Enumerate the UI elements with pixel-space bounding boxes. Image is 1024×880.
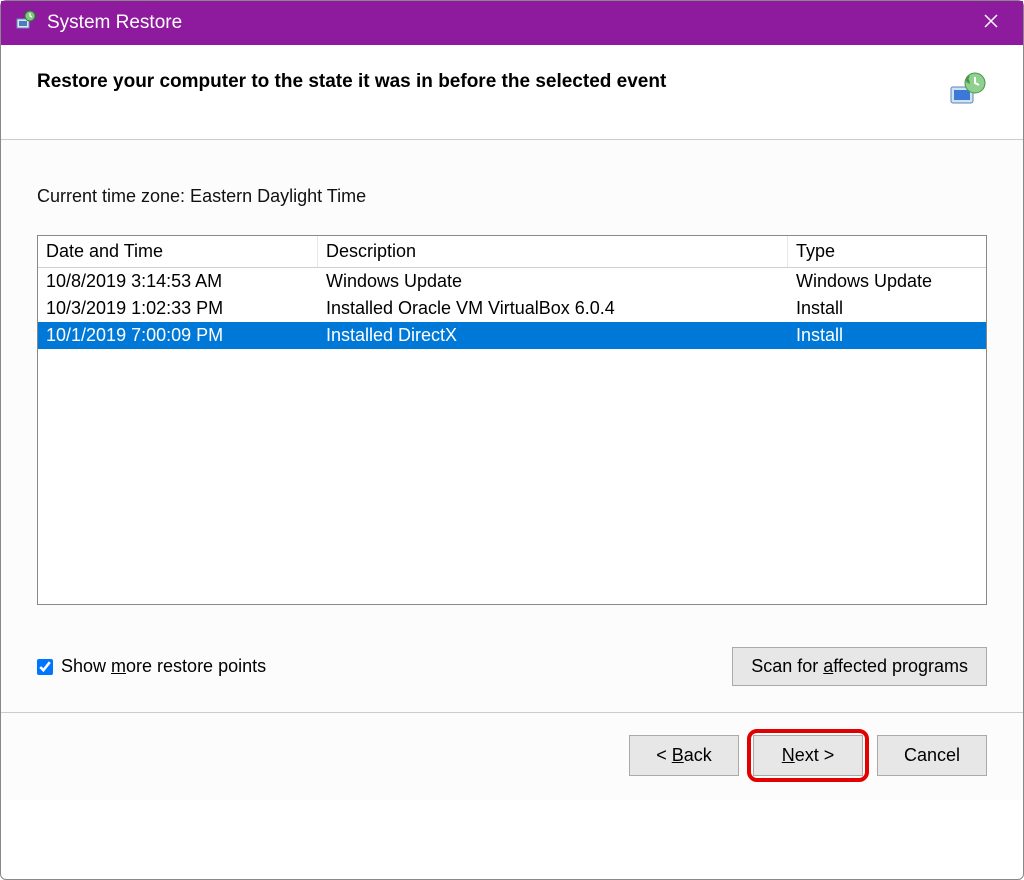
- content-section: Current time zone: Eastern Daylight Time…: [1, 140, 1023, 625]
- cell-date: 10/1/2019 7:00:09 PM: [38, 322, 318, 349]
- next-button[interactable]: Next >: [753, 735, 863, 776]
- cell-type: Install: [788, 322, 986, 349]
- column-header-type[interactable]: Type: [788, 236, 986, 267]
- show-more-restore-points-checkbox[interactable]: Show more restore points: [37, 656, 266, 677]
- show-more-checkbox-input[interactable]: [37, 659, 53, 675]
- cell-type: Windows Update: [788, 268, 986, 295]
- back-button[interactable]: < Back: [629, 735, 739, 776]
- column-header-description[interactable]: Description: [318, 236, 788, 267]
- cell-type: Install: [788, 295, 986, 322]
- system-restore-large-icon: [947, 71, 987, 111]
- table-row[interactable]: 10/8/2019 3:14:53 AMWindows UpdateWindow…: [38, 268, 986, 295]
- cell-date: 10/3/2019 1:02:33 PM: [38, 295, 318, 322]
- table-row[interactable]: 10/1/2019 7:00:09 PMInstalled DirectXIns…: [38, 322, 986, 349]
- system-restore-icon: [15, 10, 37, 37]
- close-button[interactable]: [973, 8, 1009, 39]
- table-header: Date and Time Description Type: [38, 236, 986, 268]
- next-button-highlight: Next >: [753, 735, 863, 776]
- header-section: Restore your computer to the state it wa…: [1, 45, 1023, 140]
- titlebar: System Restore: [1, 1, 1023, 45]
- scan-affected-programs-button[interactable]: Scan for affected programs: [732, 647, 987, 686]
- footer-buttons: < Back Next > Cancel: [1, 712, 1023, 800]
- cell-description: Windows Update: [318, 268, 788, 295]
- column-header-date[interactable]: Date and Time: [38, 236, 318, 267]
- bottom-controls: Show more restore points Scan for affect…: [1, 625, 1023, 712]
- header-text: Restore your computer to the state it wa…: [37, 71, 666, 93]
- cell-description: Installed Oracle VM VirtualBox 6.0.4: [318, 295, 788, 322]
- cancel-button[interactable]: Cancel: [877, 735, 987, 776]
- table-row[interactable]: 10/3/2019 1:02:33 PMInstalled Oracle VM …: [38, 295, 986, 322]
- cell-date: 10/8/2019 3:14:53 AM: [38, 268, 318, 295]
- restore-points-table: Date and Time Description Type 10/8/2019…: [37, 235, 987, 605]
- cell-description: Installed DirectX: [318, 322, 788, 349]
- timezone-label: Current time zone: Eastern Daylight Time: [37, 186, 987, 207]
- show-more-label: Show more restore points: [61, 656, 266, 677]
- table-body: 10/8/2019 3:14:53 AMWindows UpdateWindow…: [38, 268, 986, 349]
- close-icon: [983, 13, 999, 29]
- window-title: System Restore: [47, 12, 182, 34]
